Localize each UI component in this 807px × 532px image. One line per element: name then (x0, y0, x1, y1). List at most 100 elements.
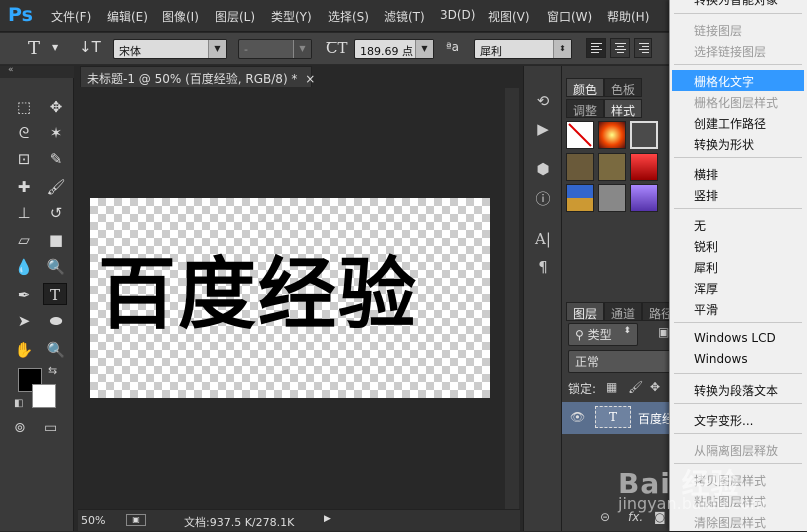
chevron-right-icon[interactable]: ▶ (324, 514, 331, 524)
menu-help[interactable]: 帮助(H) (607, 8, 649, 25)
actions-play-icon[interactable]: ▶ (532, 118, 554, 140)
gradient-tool-icon[interactable]: ■ (44, 229, 68, 251)
align-right-button[interactable] (634, 38, 652, 58)
brush-tool-icon[interactable]: 🖌 (44, 176, 68, 198)
menu-aa-none[interactable]: 无 (672, 214, 804, 235)
layer-filter-select[interactable]: ⚲ 类型 ⬍ (568, 323, 638, 346)
screen-mode-icon[interactable]: ▭ (44, 420, 57, 436)
style-red-gel[interactable] (630, 153, 658, 181)
menu-image[interactable]: 图像(I) (162, 8, 199, 25)
blur-tool-icon[interactable]: 💧 (12, 256, 36, 278)
menu-vertical[interactable]: 竖排 (672, 184, 804, 205)
lock-transparent-icon[interactable]: ▦ (606, 380, 617, 394)
tab-adjustments[interactable]: 调整 (566, 99, 605, 118)
menu-rasterize-style[interactable]: 栅格化图层样式 (672, 91, 804, 112)
toggle-orientation-icon[interactable]: ↓T (79, 38, 101, 56)
menu-select-linked[interactable]: 选择链接图层 (672, 40, 804, 61)
font-size-select[interactable]: 189.69 点 ▼ (354, 39, 434, 59)
align-left-button[interactable] (586, 38, 606, 58)
tab-color[interactable]: 颜色 (566, 78, 605, 97)
menu-link-layers[interactable]: 链接图层 (672, 19, 804, 40)
menu-convert-paragraph[interactable]: 转换为段落文本 (672, 379, 804, 400)
toolbox-header[interactable]: « (0, 65, 74, 78)
dodge-tool-icon[interactable]: 🔍 (44, 256, 68, 278)
style-pattern[interactable] (598, 184, 626, 212)
menu-view[interactable]: 视图(V) (488, 8, 530, 25)
paragraph-icon[interactable]: ¶ (532, 256, 554, 278)
visibility-eye-icon[interactable]: 👁 (570, 410, 585, 424)
lasso-tool-icon[interactable]: ᘓ (12, 122, 36, 144)
menu-clear-style[interactable]: 清除图层样式 (672, 511, 804, 532)
type-tool-icon[interactable]: T (43, 283, 67, 305)
style-sky[interactable] (566, 184, 594, 212)
zoom-level[interactable]: 50% (81, 514, 105, 527)
history-brush-tool-icon[interactable]: ↺ (44, 202, 68, 224)
link-layers-icon[interactable]: ⊝ (600, 510, 610, 524)
lock-move-icon[interactable]: ✥ (650, 380, 660, 394)
menu-filter[interactable]: 滤镜(T) (384, 8, 425, 25)
pen-tool-icon[interactable]: ✒ (12, 284, 36, 306)
style-wood[interactable] (566, 153, 594, 181)
style-purple[interactable] (630, 184, 658, 212)
menu-windows-lcd[interactable]: Windows LCD (672, 328, 804, 349)
blend-mode-select[interactable]: 正常 (568, 350, 672, 373)
style-none[interactable] (566, 121, 594, 149)
healing-brush-tool-icon[interactable]: ✚ (12, 176, 36, 198)
zoom-tool-icon[interactable]: 🔍 (44, 339, 68, 361)
tab-channels[interactable]: 通道 (604, 302, 643, 321)
type-tool-preset-icon[interactable]: T (28, 38, 40, 59)
close-icon[interactable]: × (305, 72, 315, 86)
menu-window[interactable]: 窗口(W) (547, 8, 592, 25)
move-tool-icon[interactable]: ✥ (44, 96, 68, 118)
ellipse-tool-icon[interactable]: ⬬ (44, 310, 68, 332)
menu-create-work-path[interactable]: 创建工作路径 (672, 112, 804, 133)
menu-rasterize-type[interactable]: 栅格化文字 (672, 70, 804, 91)
clone-stamp-tool-icon[interactable]: ⊥ (12, 202, 36, 224)
quick-mask-icon[interactable]: ⊚ (14, 420, 26, 436)
font-style-select[interactable]: - ▼ (238, 39, 312, 59)
menu-convert-to-shape[interactable]: 转换为形状 (672, 133, 804, 154)
menu-convert-smart-object[interactable]: 转换为智能对象 (672, 0, 804, 9)
collapse-icon[interactable]: « (8, 65, 14, 75)
image-filter-icon[interactable]: ▣ (658, 325, 669, 339)
style-glow[interactable] (598, 121, 626, 149)
menu-layer[interactable]: 图层(L) (215, 8, 255, 25)
menu-windows[interactable]: Windows (672, 349, 804, 370)
info-icon[interactable]: ⓘ (532, 188, 554, 210)
align-center-button[interactable] (610, 38, 630, 58)
menu-horizontal[interactable]: 横排 (672, 163, 804, 184)
menu-aa-strong[interactable]: 浑厚 (672, 277, 804, 298)
eyedropper-tool-icon[interactable]: ✎ (44, 148, 68, 170)
hand-tool-icon[interactable]: ✋ (12, 339, 36, 361)
tab-swatches[interactable]: 色板 (604, 78, 643, 97)
background-color-swatch[interactable] (32, 384, 56, 408)
chevron-down-icon[interactable]: ▼ (52, 43, 58, 52)
canvas-text-layer[interactable]: 百度经验 (98, 240, 488, 350)
tab-styles[interactable]: 样式 (604, 99, 643, 118)
default-colors-icon[interactable]: ◧ (14, 398, 23, 409)
font-family-select[interactable]: 宋体 ▼ (113, 39, 227, 59)
crop-tool-icon[interactable]: ⊡ (12, 148, 36, 170)
menu-type[interactable]: 类型(Y) (271, 8, 312, 25)
path-selection-tool-icon[interactable]: ➤ (12, 310, 36, 332)
marquee-tool-icon[interactable]: ⬚ (12, 96, 36, 118)
anti-alias-select[interactable]: 犀利 ⬍ (474, 39, 572, 59)
eraser-tool-icon[interactable]: ▱ (12, 229, 36, 251)
history-icon[interactable]: ⟲ (532, 90, 554, 112)
3d-icon[interactable]: ⬢ (532, 158, 554, 180)
menu-aa-sharp[interactable]: 锐利 (672, 235, 804, 256)
menu-aa-crisp[interactable]: 犀利 (672, 256, 804, 277)
menu-3d[interactable]: 3D(D) (440, 8, 475, 22)
character-icon[interactable]: A| (532, 228, 554, 250)
vertical-scrollbar[interactable] (505, 88, 519, 509)
menu-aa-smooth[interactable]: 平滑 (672, 298, 804, 319)
layer-row[interactable]: 👁 T 百度经验 (562, 402, 686, 434)
menu-warp-text[interactable]: 文字变形... (672, 409, 804, 430)
tab-layers[interactable]: 图层 (566, 302, 605, 321)
swap-colors-icon[interactable]: ⇆ (48, 364, 57, 377)
document-tab[interactable]: 未标题-1 @ 50% (百度经验, RGB/8) * × (80, 66, 315, 87)
menu-release-isolation[interactable]: 从隔离图层释放 (672, 439, 804, 460)
status-icon[interactable]: ▣ (126, 514, 146, 526)
style-bronze[interactable] (598, 153, 626, 181)
magic-wand-tool-icon[interactable]: ✶ (44, 122, 68, 144)
